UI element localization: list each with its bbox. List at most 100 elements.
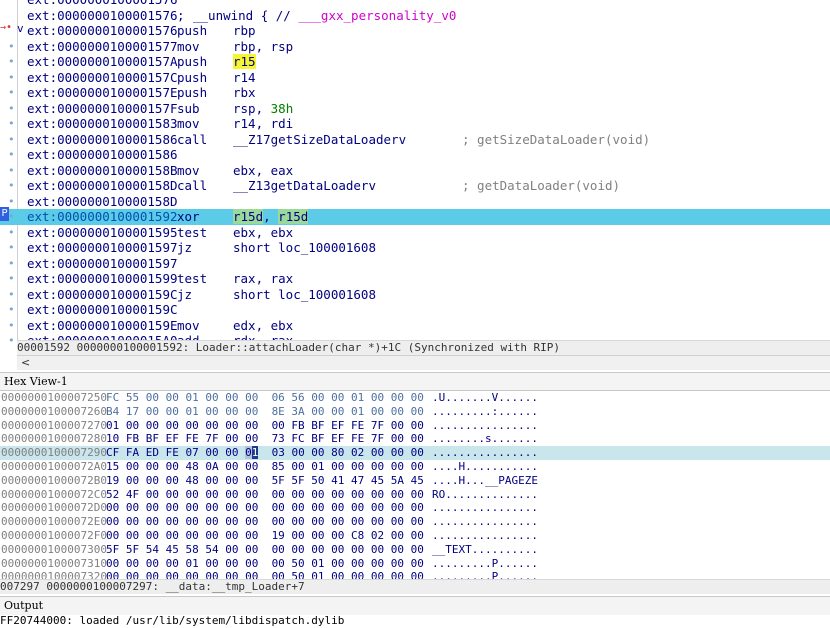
hex-cursor[interactable]: 1 — [251, 446, 259, 460]
output-window[interactable]: FF20744000: loaded /usr/lib/system/libdi… — [0, 615, 830, 628]
disasm-address[interactable]: ext:000000010000159E — [27, 318, 178, 334]
disasm-mnemonic[interactable]: call — [177, 132, 207, 148]
disasm-line[interactable]: • ext:0000000100001595 test ebx, ebx — [0, 225, 830, 241]
hex-ascii[interactable]: ................ — [432, 529, 538, 543]
disasm-operands[interactable]: __unwind { // ___gxx_personality_v0 — [193, 8, 456, 24]
disasm-address[interactable]: ext:0000000100001586 — [27, 147, 178, 163]
disasm-line[interactable]: • ext:000000010000158D call __Z13getDataLoa… — [0, 178, 830, 194]
disasm-address[interactable]: ext:0000000100001583 — [27, 116, 178, 132]
disasm-operands[interactable]: rbp — [233, 23, 256, 39]
hex-row[interactable]: 00000001000072D0 00 00 00 00 00 00 00 00 … — [0, 501, 830, 515]
disasm-mnemonic[interactable]: mov — [177, 39, 200, 55]
hex-ascii[interactable]: ........s....... — [432, 432, 538, 446]
disasm-line[interactable]: • ext:000000010000158B mov ebx, eax — [0, 163, 830, 179]
disasm-line[interactable]: • ext:000000010000159C — [0, 302, 830, 318]
hex-bytes[interactable]: 10 FB BF EF FE 7F 00 00 73 FC BF EF FE 7… — [106, 432, 424, 446]
hex-ascii[interactable]: .........:...... — [432, 405, 538, 419]
disasm-line[interactable]: • ext:000000010000159E mov edx, ebx — [0, 318, 830, 334]
disassembly-view[interactable]: ext:0000000100001576ext:0000000100001576… — [0, 0, 830, 356]
hex-ascii[interactable]: RO.............. — [432, 488, 538, 502]
hex-bytes[interactable]: 15 00 00 00 48 0A 00 00 85 00 01 00 00 0… — [106, 460, 424, 474]
hex-view[interactable]: 0000000100007250 FC 55 00 00 01 00 00 00 … — [0, 391, 830, 579]
disasm-address[interactable]: ext:0000000100001592 — [27, 209, 178, 225]
disasm-line[interactable]: • ext:000000010000157E push rbx — [0, 85, 830, 101]
disasm-address[interactable]: ext:000000010000158B — [27, 163, 178, 179]
hex-row[interactable]: 0000000100007280 10 FB BF EF FE 7F 00 00 … — [0, 432, 830, 446]
hex-bytes[interactable]: CF FA ED FE 07 00 00 01 03 00 00 80 02 0… — [106, 446, 424, 460]
output-tab[interactable]: Output — [0, 596, 830, 616]
hex-ascii[interactable]: __TEXT.......... — [432, 543, 538, 557]
hex-bytes[interactable]: 01 00 00 00 00 00 00 00 00 FB BF EF FE 7… — [106, 419, 424, 433]
hex-bytes[interactable]: 19 00 00 00 48 00 00 00 5F 5F 50 41 47 4… — [106, 474, 424, 488]
disasm-line[interactable]: • ext:0000000100001599 test rax, rax — [0, 271, 830, 287]
disasm-address[interactable]: ext:0000000100001599 — [27, 271, 178, 287]
hex-ascii[interactable]: ....H...__PAGEZE — [432, 474, 538, 488]
disasm-line[interactable]: ext:0000000100001576 — [0, 0, 830, 8]
hex-bytes[interactable]: B4 17 00 00 01 00 00 00 8E 3A 00 00 01 0… — [106, 405, 424, 419]
hex-bytes[interactable]: 5F 5F 54 45 58 54 00 00 00 00 00 00 00 0… — [106, 543, 424, 557]
disasm-mnemonic[interactable]: jz — [177, 287, 192, 303]
disasm-operands[interactable]: __Z13getDataLoaderv — [233, 178, 376, 194]
disasm-address[interactable]: ext:000000010000158D — [27, 178, 178, 194]
hex-ascii[interactable]: ....H........... — [432, 460, 538, 474]
disasm-mnemonic[interactable]: test — [177, 271, 207, 287]
hex-view-tab[interactable]: Hex View-1 — [0, 372, 830, 391]
disasm-mnemonic[interactable]: test — [177, 225, 207, 241]
disasm-operands[interactable]: r15d, r15d — [233, 209, 309, 225]
hex-row[interactable]: 0000000100007320 00 00 00 00 00 00 00 00 … — [0, 570, 830, 579]
disasm-address[interactable]: ext:0000000100001597 — [27, 240, 178, 256]
disasm-address[interactable]: ext:0000000100001595 — [27, 225, 178, 241]
disasm-mnemonic[interactable]: push — [177, 23, 207, 39]
disasm-address[interactable]: ext:0000000100001586 — [27, 132, 178, 148]
disasm-operands[interactable]: r14 — [233, 70, 256, 86]
disasm-address[interactable]: ext:0000000100001576 — [27, 23, 178, 39]
disasm-mnemonic[interactable]: push — [177, 54, 207, 70]
disasm-address[interactable]: ext:000000010000157F — [27, 101, 178, 117]
hex-row[interactable]: 0000000100007290 CF FA ED FE 07 00 00 01 … — [0, 446, 830, 460]
disasm-address[interactable]: ext:000000010000157A — [27, 54, 178, 70]
hex-ascii[interactable]: .........P...... — [432, 557, 538, 571]
disasm-operands[interactable]: r15 — [233, 54, 256, 70]
disasm-mnemonic[interactable]: mov — [177, 318, 200, 334]
disasm-line[interactable]: • ext:000000010000158D — [0, 194, 830, 210]
hex-row[interactable]: 0000000100007250 FC 55 00 00 01 00 00 00 … — [0, 391, 830, 405]
disasm-mnemonic[interactable]: ; — [177, 8, 185, 24]
disasm-mnemonic[interactable]: xor — [177, 209, 200, 225]
disasm-mnemonic[interactable]: sub — [177, 101, 200, 117]
disasm-operands[interactable]: rbx — [233, 85, 256, 101]
disassembly-horizontal-scrollbar[interactable]: < — [17, 355, 830, 370]
disasm-line[interactable]: ext:0000000100001576; __unwind { // ___gx… — [0, 8, 830, 24]
disasm-address[interactable]: ext:0000000100001597 — [27, 256, 178, 272]
disasm-line[interactable]: • ext:000000010000157C push r14 — [0, 70, 830, 86]
hex-row[interactable]: 0000000100007300 5F 5F 54 45 58 54 00 00 … — [0, 543, 830, 557]
collapse-chevron-icon[interactable]: v — [17, 22, 24, 35]
disasm-operands[interactable]: rax, rax — [233, 271, 293, 287]
disasm-mnemonic[interactable]: mov — [177, 116, 200, 132]
disasm-operands[interactable]: __Z17getSizeDataLoaderv — [233, 132, 406, 148]
disasm-line[interactable]: • ext:000000010000159C jz short loc_1000016… — [0, 287, 830, 303]
disasm-line[interactable]: • ext:000000010000157F sub rsp, 38h — [0, 101, 830, 117]
hex-bytes[interactable]: 52 4F 00 00 00 00 00 00 00 00 00 00 00 0… — [106, 488, 424, 502]
hex-bytes[interactable]: 00 00 00 00 01 00 00 00 00 50 01 00 00 0… — [106, 557, 424, 571]
hex-ascii[interactable]: .U.......V...... — [432, 391, 538, 405]
hex-ascii[interactable]: ................ — [432, 419, 538, 433]
hex-row[interactable]: 00000001000072F0 00 00 00 00 00 00 00 00 … — [0, 529, 830, 543]
hex-bytes[interactable]: FC 55 00 00 01 00 00 00 06 56 00 00 01 0… — [106, 391, 424, 405]
disasm-line[interactable]: • ext:0000000100001586 call __Z17getSizeDat… — [0, 132, 830, 148]
disasm-operands[interactable]: ebx, eax — [233, 163, 293, 179]
hex-row[interactable]: 00000001000072B0 19 00 00 00 48 00 00 00 … — [0, 474, 830, 488]
disasm-line[interactable]: • ext:0000000100001592 xor r15d, r15d — [0, 209, 830, 225]
disasm-mnemonic[interactable]: mov — [177, 163, 200, 179]
disasm-line[interactable]: ext:0000000100001576 push rbp — [0, 23, 830, 39]
disasm-address[interactable]: ext:0000000100001577 — [27, 39, 178, 55]
disasm-line[interactable]: • ext:0000000100001586 — [0, 147, 830, 163]
hex-row[interactable]: 00000001000072A0 15 00 00 00 48 0A 00 00 … — [0, 460, 830, 474]
disasm-operands[interactable]: r14, rdi — [233, 116, 293, 132]
disasm-address[interactable]: ext:000000010000158D — [27, 194, 178, 210]
hex-ascii[interactable]: ................ — [432, 515, 538, 529]
hex-ascii[interactable]: ................ — [432, 501, 538, 515]
disasm-operands[interactable]: ebx, ebx — [233, 225, 293, 241]
disasm-address[interactable]: ext:000000010000157E — [27, 85, 178, 101]
hex-row[interactable]: 0000000100007270 01 00 00 00 00 00 00 00 … — [0, 419, 830, 433]
disasm-mnemonic[interactable]: push — [177, 70, 207, 86]
